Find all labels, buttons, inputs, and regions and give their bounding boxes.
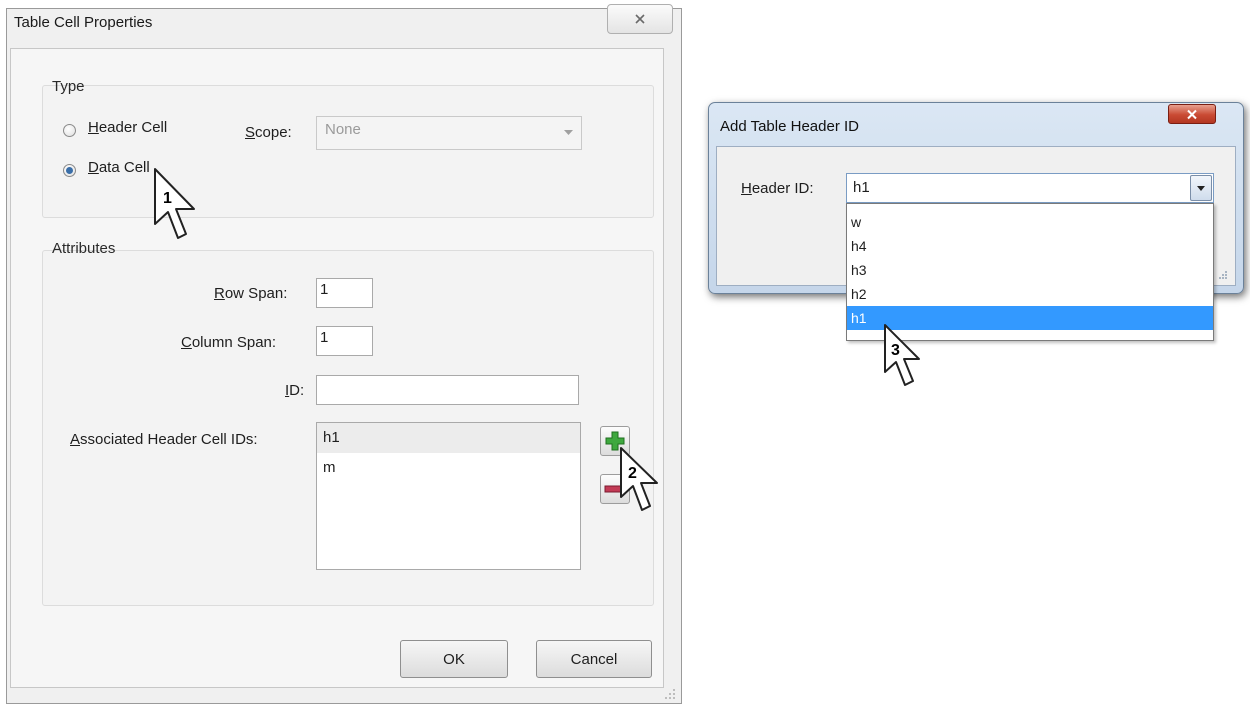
- chevron-down-icon: [1197, 185, 1205, 191]
- attributes-group-label: Attributes: [52, 240, 116, 257]
- header-id-select[interactable]: h1: [846, 173, 1214, 203]
- header-id-value: h1: [853, 179, 870, 196]
- cancel-button[interactable]: Cancel: [536, 640, 652, 678]
- scope-select[interactable]: None: [316, 116, 582, 150]
- callout-number: 1: [163, 190, 172, 207]
- resize-grip-icon: [665, 689, 675, 699]
- close-button[interactable]: [607, 4, 673, 34]
- close-icon: [635, 14, 645, 24]
- column-span-input[interactable]: 1: [316, 326, 373, 356]
- type-group: [42, 85, 654, 218]
- column-span-label: Column Span:: [181, 334, 277, 351]
- dropdown-toggle[interactable]: [1190, 175, 1212, 201]
- list-item[interactable]: m: [317, 453, 580, 483]
- data-cell-label[interactable]: Data Cell: [88, 159, 150, 176]
- id-input[interactable]: [316, 375, 579, 405]
- dropdown-option[interactable]: w: [847, 210, 1213, 234]
- close-button[interactable]: [1168, 104, 1216, 124]
- associated-header-ids-list[interactable]: h1 m: [316, 422, 581, 570]
- ok-button[interactable]: OK: [400, 640, 508, 678]
- dropdown-option[interactable]: h3: [847, 258, 1213, 282]
- id-label: ID:: [285, 382, 305, 399]
- scope-value: None: [325, 121, 361, 138]
- pointer-cursor-icon: [884, 324, 920, 386]
- list-item[interactable]: h1: [317, 423, 580, 453]
- chevron-down-icon: [564, 130, 573, 135]
- close-icon: [1187, 109, 1197, 119]
- callout-cursor-1: 1: [152, 166, 202, 245]
- header-id-label: Header ID:: [741, 180, 814, 197]
- header-id-dropdown-list: w h4 h3 h2 h1: [846, 203, 1214, 341]
- type-group-label: Type: [52, 78, 85, 95]
- scope-label: Scope:: [245, 124, 292, 141]
- callout-cursor-2: 2: [618, 445, 662, 518]
- dropdown-option[interactable]: h4: [847, 234, 1213, 258]
- resize-grip-icon: [1219, 271, 1227, 279]
- pointer-cursor-icon: [620, 447, 658, 511]
- row-span-label: Row Span:: [214, 285, 288, 302]
- callout-number: 3: [891, 342, 900, 359]
- pointer-cursor-icon: [154, 168, 195, 239]
- dialog-title: Add Table Header ID: [720, 118, 859, 135]
- callout-number: 2: [628, 465, 637, 482]
- row-span-input[interactable]: 1: [316, 278, 373, 308]
- callout-cursor-3: 3: [882, 322, 924, 393]
- header-cell-label[interactable]: Header Cell: [88, 119, 167, 136]
- dialog-title: Table Cell Properties: [14, 14, 153, 31]
- associated-header-cell-ids-label: Associated Header Cell IDs:: [70, 431, 258, 448]
- dropdown-option[interactable]: h2: [847, 282, 1213, 306]
- data-cell-radio[interactable]: [63, 164, 76, 177]
- header-cell-radio[interactable]: [63, 124, 76, 137]
